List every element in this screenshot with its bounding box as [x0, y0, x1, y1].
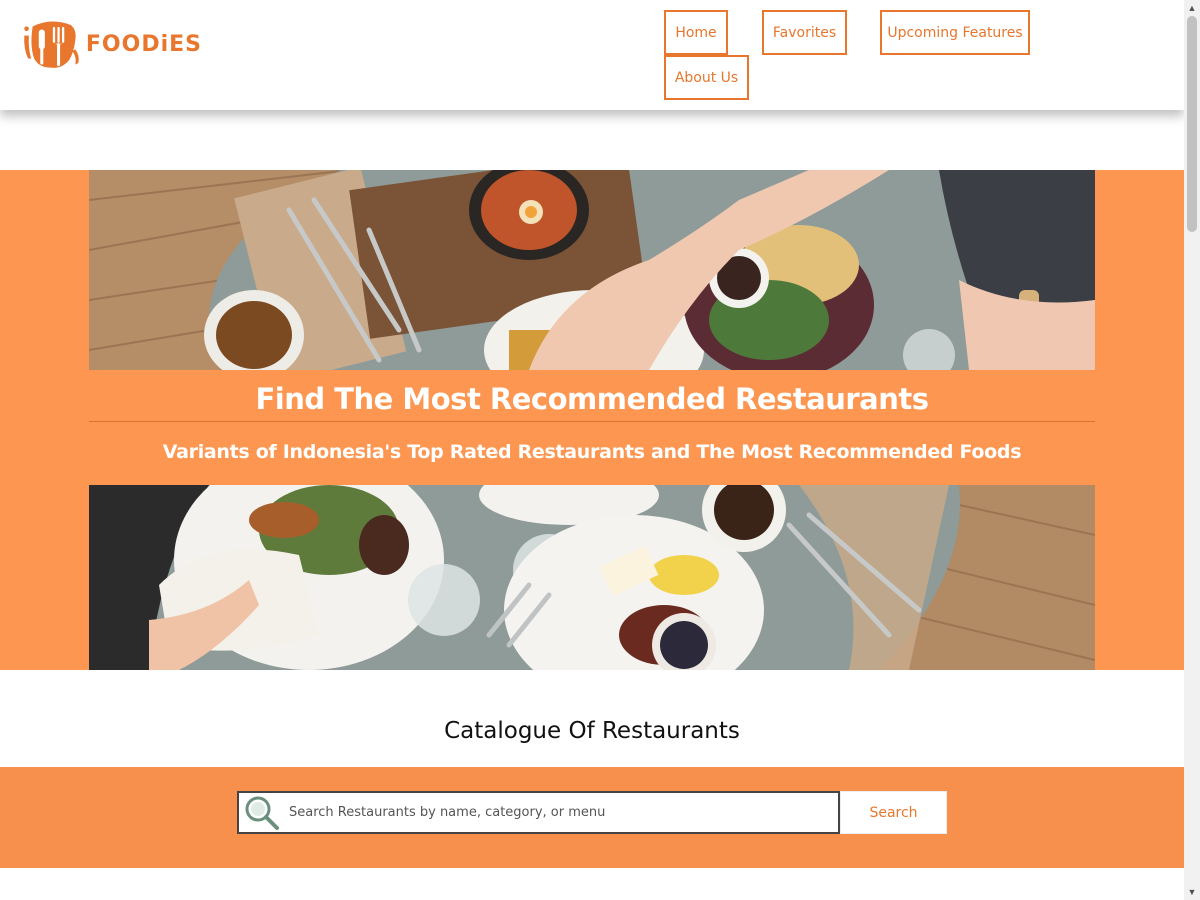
- logo[interactable]: FOODiES: [22, 10, 202, 78]
- app-header: FOODiES Home Favorites Upcoming Features…: [0, 0, 1184, 110]
- catalogue-title: Catalogue Of Restaurants: [444, 718, 740, 744]
- logo-text: FOODiES: [85, 31, 202, 57]
- search-section: Search: [0, 767, 1184, 868]
- nav-favorites-button[interactable]: Favorites: [762, 10, 847, 55]
- scrollbar-thumb[interactable]: [1187, 16, 1197, 232]
- hero-divider: [89, 421, 1095, 422]
- search-box[interactable]: [237, 791, 840, 834]
- search-button[interactable]: Search: [840, 791, 947, 834]
- logo-mark-icon: [24, 21, 79, 68]
- nav-about-us-button[interactable]: About Us: [664, 55, 749, 100]
- nav-upcoming-features-button[interactable]: Upcoming Features: [880, 10, 1030, 55]
- hero-photo-bottom: [89, 485, 1095, 670]
- hero-section: Find The Most Recommended Restaurants Va…: [0, 170, 1184, 670]
- search-icon: [245, 796, 279, 830]
- page-scrollbar[interactable]: ▲ ▼: [1184, 0, 1200, 900]
- hero-photo-top: [89, 170, 1095, 370]
- scroll-up-icon[interactable]: ▲: [1184, 0, 1200, 16]
- hero-subtitle: Variants of Indonesia's Top Rated Restau…: [162, 441, 1022, 463]
- hero-title: Find The Most Recommended Restaurants: [255, 382, 929, 416]
- scroll-down-icon[interactable]: ▼: [1184, 884, 1200, 900]
- search-input[interactable]: [289, 794, 838, 831]
- nav-home-button[interactable]: Home: [664, 10, 728, 55]
